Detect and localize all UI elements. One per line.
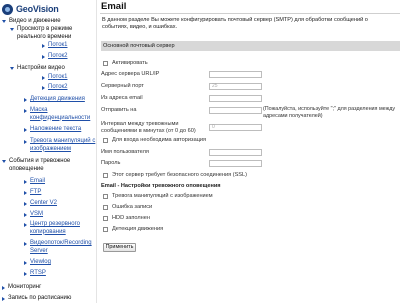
server-port-input[interactable]: 25 (209, 83, 262, 90)
sidebar-item-live-stream1[interactable]: Поток1 (42, 42, 68, 50)
sidebar-item-settings-stream2[interactable]: Поток2 (42, 84, 68, 92)
server-address-input[interactable] (209, 71, 262, 78)
sidebar-item-viewlog[interactable]: Viewlog (24, 259, 51, 267)
alarm-tamper-checkbox[interactable] (103, 194, 108, 199)
alarm-hdd-full-label: HDD заполнен (112, 215, 150, 221)
password-label: Пароль (101, 160, 121, 166)
chevron-right-icon (24, 108, 27, 113)
chevron-right-icon (2, 296, 5, 301)
chevron-right-icon (42, 75, 45, 80)
alarm-tamper-label: Тревога манипуляций с изображением (112, 193, 213, 199)
alarm-motion-checkbox[interactable] (103, 227, 108, 232)
chevron-right-icon (24, 97, 27, 102)
page-title: Email (101, 1, 127, 12)
send-to-input[interactable] (209, 107, 262, 114)
alarm-settings-title: Email - Настройки тревожного оповещения (101, 183, 221, 189)
chevron-right-icon (42, 43, 45, 48)
send-to-label: Отправить на (101, 107, 137, 113)
sidebar-item-motion-detection[interactable]: Детекция движения (24, 96, 85, 104)
sidebar-section-scheduled-recording[interactable]: Запись по расписанию (2, 295, 71, 303)
sidebar-item-recording-server[interactable]: Видеопоток/Recording Server (24, 240, 96, 255)
chevron-right-icon (24, 241, 27, 246)
sidebar-item-rtsp[interactable]: RTSP (24, 270, 46, 278)
server-address-label: Адрес сервера URL/IP (101, 71, 160, 77)
username-input[interactable] (209, 149, 262, 156)
chevron-right-icon (42, 54, 45, 59)
chevron-right-icon (24, 222, 27, 227)
auth-required-checkbox[interactable] (103, 138, 108, 143)
server-port-label: Серверный порт (101, 83, 144, 89)
sidebar-item-text-overlay[interactable]: Наложение текста (24, 126, 81, 134)
geovision-logo-icon (2, 3, 13, 15)
title-divider (100, 13, 400, 14)
chevron-right-icon (42, 85, 45, 90)
section-header-main-mail-server: Основной почтовый сервер (101, 41, 400, 51)
chevron-right-icon (24, 271, 27, 276)
password-input[interactable] (209, 160, 262, 167)
chevron-down-icon (10, 27, 14, 31)
chevron-right-icon (24, 201, 27, 206)
username-label: Имя пользователя (101, 149, 149, 155)
chevron-right-icon (24, 139, 27, 144)
sidebar-group-video-settings[interactable]: Настройки видео (10, 65, 65, 73)
sidebar-item-center-v2[interactable]: Center V2 (24, 200, 57, 208)
brand-name: GeoVision (16, 4, 59, 14)
from-email-label: Из адреса email (101, 95, 143, 101)
sidebar-section-monitoring[interactable]: Мониторинг (2, 284, 41, 292)
sidebar-section-video-motion[interactable]: Видео и движение (2, 18, 96, 26)
activate-label: Активировать (112, 60, 148, 66)
sidebar-item-live-stream2[interactable]: Поток2 (42, 53, 68, 61)
chevron-right-icon (24, 127, 27, 132)
ssl-checkbox[interactable] (103, 173, 108, 178)
auth-required-label: Для входа необходима авторизация (112, 137, 207, 143)
sidebar-group-live-view[interactable]: Просмотр в режиме реального времени (10, 26, 96, 41)
chevron-down-icon (2, 19, 6, 23)
sidebar-item-vsm[interactable]: VSM (24, 211, 43, 219)
sidebar-item-backup-center[interactable]: Центр резервного копирования (24, 221, 96, 236)
alarm-interval-label: Интервал между тревожными сообщениями в … (101, 121, 196, 134)
page-description: В данном разделе Вы можете конфигурирова… (102, 17, 368, 30)
chevron-right-icon (24, 179, 27, 184)
chevron-right-icon (24, 190, 27, 195)
sidebar: GeoVision Видео и движение Просмотр в ре… (0, 0, 97, 303)
sidebar-item-tamper-alarm[interactable]: Тревога манипуляций с изображением (24, 138, 96, 153)
alarm-interval-input[interactable]: 0 (209, 124, 262, 131)
apply-button[interactable]: Применить (103, 243, 136, 252)
sidebar-item-privacy-mask[interactable]: Маска конфиденциальности (24, 107, 96, 122)
alarm-recording-error-label: Ошибка записи (112, 204, 153, 210)
chevron-right-icon (2, 285, 5, 290)
sidebar-item-settings-stream1[interactable]: Поток1 (42, 74, 68, 82)
sidebar-section-events-alerts[interactable]: События и тревожное оповещение (2, 158, 96, 173)
chevron-down-icon (2, 159, 6, 163)
main-content: Email В данном разделе Вы можете конфигу… (100, 0, 400, 303)
chevron-right-icon (24, 212, 27, 217)
send-to-hint: (Пожалуйста, используйте ";" для разделе… (263, 106, 396, 119)
activate-checkbox[interactable] (103, 61, 108, 66)
alarm-recording-error-checkbox[interactable] (103, 205, 108, 210)
ssl-label: Этот сервер требует безопасного соединен… (112, 172, 248, 178)
sidebar-item-email[interactable]: Email (24, 178, 45, 186)
brand-logo: GeoVision (2, 2, 96, 16)
from-email-input[interactable] (209, 95, 262, 102)
chevron-right-icon (24, 260, 27, 265)
alarm-motion-label: Детекция движения (112, 226, 164, 232)
alarm-hdd-full-checkbox[interactable] (103, 216, 108, 221)
sidebar-item-ftp[interactable]: FTP (24, 189, 41, 197)
chevron-down-icon (10, 66, 14, 70)
